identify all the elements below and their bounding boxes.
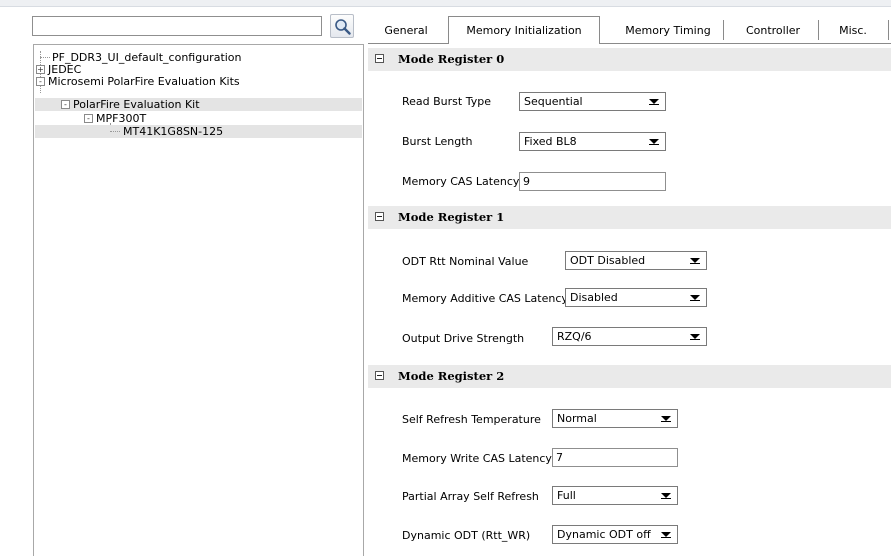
selected-value: Sequential [524, 95, 583, 108]
selected-value: Fixed BL8 [524, 135, 577, 148]
arrow-underline [690, 263, 700, 264]
selected-value: Full [557, 489, 576, 502]
tree-connector [40, 57, 50, 58]
write-cas-latency-input[interactable]: 7 [552, 448, 678, 467]
output-drive-strength-label: Output Drive Strength [402, 332, 525, 345]
read-burst-type-select[interactable]: Sequential [519, 92, 666, 111]
memory-cas-latency-label: Memory CAS Latency [402, 175, 520, 188]
search-input[interactable] [32, 16, 322, 36]
tree-item-part[interactable]: MT41K1G8SN-125 [35, 125, 362, 138]
configuration-tree: PF_DDR3_UI_default_configuration + JEDEC… [33, 44, 364, 556]
tab-separator [818, 20, 819, 40]
dynamic-odt-label: Dynamic ODT (Rtt_WR) [402, 529, 531, 542]
arrow-underline [661, 498, 671, 499]
odt-rtt-nominal-label: ODT Rtt Nominal Value [402, 255, 529, 268]
arrow-underline [690, 339, 700, 340]
partial-array-self-refresh-label: Partial Array Self Refresh [402, 490, 539, 503]
section-mode-register-0: Mode Register 0 [368, 48, 891, 71]
self-refresh-temperature-select[interactable]: Normal [552, 409, 678, 428]
tab-separator [723, 20, 724, 40]
tree-item-label: Microsemi PolarFire Evaluation Kits [48, 75, 240, 88]
selected-value: Normal [557, 412, 597, 425]
self-refresh-temperature-label: Self Refresh Temperature [402, 413, 541, 426]
section-title: Mode Register 2 [398, 369, 505, 383]
arrow-underline [661, 421, 671, 422]
output-drive-strength-select[interactable]: RZQ/6 [552, 327, 707, 346]
tree-item-label: MT41K1G8SN-125 [123, 125, 224, 138]
section-title: Mode Register 1 [398, 210, 505, 224]
tab-general[interactable]: General [376, 18, 436, 43]
memory-cas-latency-input[interactable]: 9 [519, 172, 666, 191]
additive-cas-latency-select[interactable]: Disabled [565, 288, 707, 307]
search-icon [335, 19, 351, 35]
tab-memory-timing[interactable]: Memory Timing [608, 18, 728, 43]
selected-value: ODT Disabled [570, 254, 646, 267]
selected-value: RZQ/6 [557, 330, 592, 343]
section-mode-register-2: Mode Register 2 [368, 365, 891, 388]
arrow-underline [690, 300, 700, 301]
tree-item-label: MPF300T [96, 112, 147, 125]
odt-rtt-nominal-select[interactable]: ODT Disabled [565, 251, 707, 270]
window-top-strip [0, 0, 891, 7]
section-title: Mode Register 0 [398, 52, 505, 66]
selected-value: Dynamic ODT off [557, 528, 651, 541]
read-burst-type-label: Read Burst Type [402, 95, 491, 108]
tree-item-label: PolarFire Evaluation Kit [73, 98, 200, 111]
tab-controller[interactable]: Controller [728, 18, 818, 43]
tab-memory-initialization[interactable]: Memory Initialization [448, 16, 600, 44]
tab-misc[interactable]: Misc. [823, 18, 883, 43]
collapse-tree-icon[interactable]: - [61, 100, 70, 109]
arrow-underline [649, 144, 659, 145]
collapse-icon[interactable] [375, 371, 384, 380]
collapse-tree-icon[interactable]: - [84, 114, 93, 123]
tab-bar: General Memory Initialization Memory Tim… [368, 16, 891, 44]
tree-connector [110, 131, 120, 132]
expand-icon[interactable]: + [36, 65, 45, 74]
section-mode-register-1: Mode Register 1 [368, 206, 891, 229]
partial-array-self-refresh-select[interactable]: Full [552, 486, 678, 505]
tree-item-kit[interactable]: - PolarFire Evaluation Kit [35, 98, 362, 111]
arrow-underline [661, 537, 671, 538]
search-button[interactable] [330, 14, 354, 38]
collapse-icon[interactable] [375, 54, 384, 63]
collapse-icon[interactable] [375, 212, 384, 221]
tab-baseline [368, 43, 891, 44]
dynamic-odt-select[interactable]: Dynamic ODT off [552, 525, 678, 544]
selected-value: Disabled [570, 291, 618, 304]
tab-separator [888, 20, 889, 40]
arrow-underline [649, 104, 659, 105]
write-cas-latency-label: Memory Write CAS Latency [402, 452, 552, 465]
additive-cas-latency-label: Memory Additive CAS Latency [402, 292, 568, 305]
burst-length-label: Burst Length [402, 135, 473, 148]
collapse-tree-icon[interactable]: - [36, 77, 45, 86]
burst-length-select[interactable]: Fixed BL8 [519, 132, 666, 151]
